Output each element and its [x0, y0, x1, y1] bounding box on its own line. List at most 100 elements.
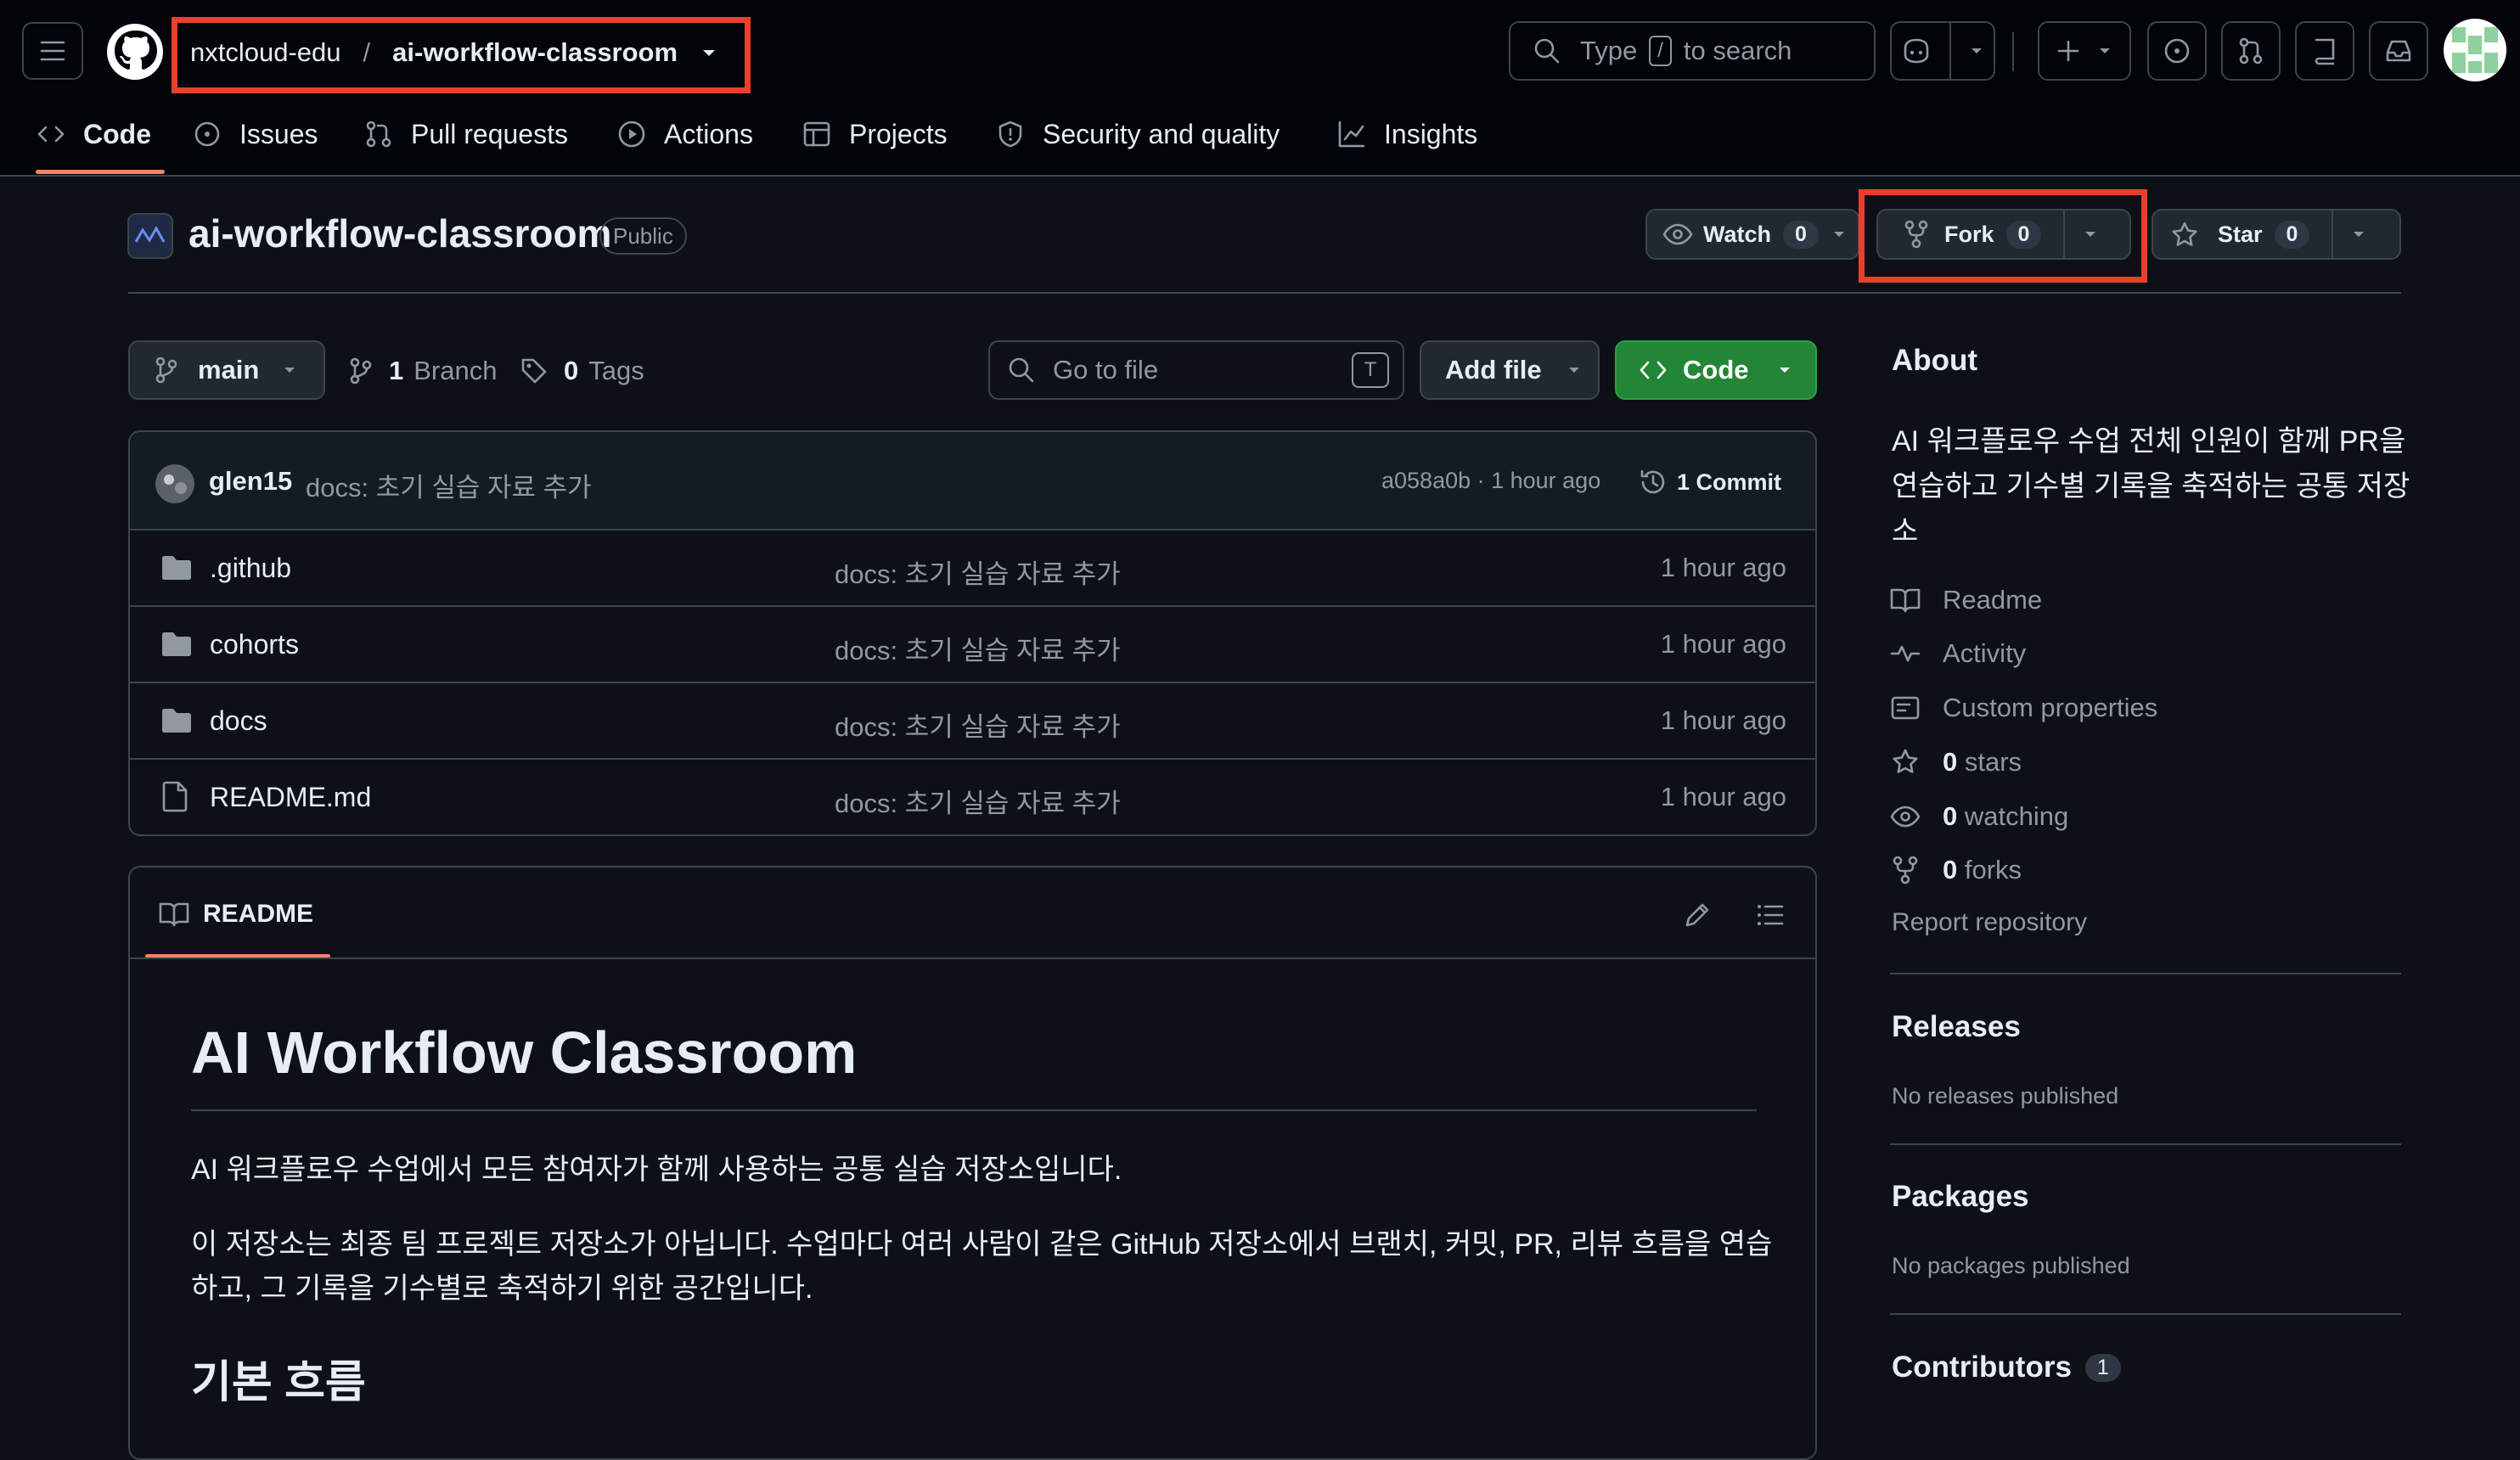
copilot-button[interactable]: [1890, 21, 1995, 81]
owner-link[interactable]: nxtcloud-edu: [190, 37, 341, 68]
report-repository-link[interactable]: Report repository: [1892, 908, 2087, 937]
book-icon: [1890, 588, 1921, 613]
folder-icon: [162, 709, 191, 733]
file-row[interactable]: .github docs: 초기 실습 자료 추가 1 hour ago: [130, 531, 1815, 607]
readme-tab[interactable]: README: [159, 895, 313, 934]
tab-label: Projects: [849, 118, 948, 149]
commit-count: 1 Commit: [1677, 469, 1782, 495]
tags-link[interactable]: 0 Tags: [520, 350, 644, 392]
eye-icon: [1890, 806, 1921, 828]
caret-down-icon: [284, 368, 295, 373]
fork-icon: [1904, 220, 1928, 249]
contributors-heading-row[interactable]: Contributors 1: [1892, 1348, 2121, 1387]
history-icon: [1640, 469, 1665, 494]
file-name[interactable]: cohorts: [210, 629, 299, 660]
file-name[interactable]: README.md: [210, 782, 371, 813]
file-row[interactable]: README.md docs: 초기 실습 자료 추가 1 hour ago: [130, 760, 1815, 836]
repo-title[interactable]: ai-workflow-classroom: [188, 211, 611, 256]
commit-author[interactable]: glen15: [209, 466, 292, 497]
repo-link[interactable]: ai-workflow-classroom: [392, 37, 678, 68]
releases-empty-text: No releases published: [1892, 1083, 2119, 1109]
go-to-file-input[interactable]: Go to file T: [988, 340, 1404, 400]
tab-insights[interactable]: Insights: [1336, 112, 1477, 156]
file-name[interactable]: .github: [210, 553, 291, 584]
graph-icon: [1338, 121, 1365, 148]
watch-button[interactable]: Watch 0: [1645, 209, 1859, 260]
tab-label: Actions: [664, 118, 753, 149]
tab-pull-requests[interactable]: Pull requests: [363, 112, 568, 156]
sidebar-item-activity[interactable]: Activity: [1890, 632, 2026, 675]
table-icon: [803, 121, 830, 147]
issues-button[interactable]: [2147, 21, 2207, 81]
about-description-line-1: AI 워크플로우 수업 전체 인원이 함께 PR을: [1892, 425, 2406, 458]
commit-hash-time[interactable]: a058a0b · 1 hour ago: [1381, 468, 1600, 494]
caret-down-icon[interactable]: [700, 43, 718, 62]
tag-count: 0: [564, 356, 579, 385]
edit-pencil-icon[interactable]: [1682, 900, 1713, 930]
star-label: Star: [2218, 221, 2263, 247]
releases-heading[interactable]: Releases: [1892, 1010, 2021, 1044]
file-commit-message[interactable]: docs: 초기 실습 자료 추가: [835, 705, 1121, 744]
caret-down-icon[interactable]: [2082, 226, 2099, 243]
global-header: nxtcloud-edu / ai-workflow-classroom Typ…: [0, 0, 2520, 177]
readme-title: AI Workflow Classroom: [191, 1019, 858, 1086]
star-button[interactable]: Star 0: [2152, 209, 2401, 260]
sidebar-item-stars[interactable]: 0 stars: [1890, 741, 2022, 783]
sidebar-item-custom-properties[interactable]: Custom properties: [1890, 687, 2157, 729]
file-commit-message[interactable]: docs: 초기 실습 자료 추가: [835, 629, 1121, 667]
tab-issues[interactable]: Issues: [192, 112, 318, 156]
avatar[interactable]: [2444, 19, 2506, 81]
search-input[interactable]: Type / to search: [1509, 21, 1876, 81]
file-name[interactable]: docs: [210, 705, 267, 737]
caret-down-icon: [2100, 48, 2110, 53]
create-new-button[interactable]: [2038, 21, 2131, 81]
sidebar-divider: [1890, 1313, 2401, 1315]
hamburger-icon: [40, 41, 65, 61]
shortcut-key-badge: T: [1352, 352, 1389, 388]
menu-button[interactable]: [22, 22, 83, 80]
inbox-button[interactable]: [2369, 21, 2428, 81]
branch-select[interactable]: main: [128, 340, 325, 400]
packages-heading[interactable]: Packages: [1892, 1180, 2029, 1214]
fork-button[interactable]: Fork 0: [1876, 209, 2131, 260]
file-row[interactable]: cohorts docs: 초기 실습 자료 추가 1 hour ago: [130, 607, 1815, 683]
sidebar-item-readme[interactable]: Readme: [1890, 579, 2042, 621]
tab-security[interactable]: Security and quality: [995, 112, 1280, 156]
search-icon: [1534, 38, 1560, 64]
outline-list-icon[interactable]: [1755, 900, 1786, 930]
add-file-button[interactable]: Add file: [1420, 340, 1600, 400]
github-logo-icon[interactable]: [105, 22, 165, 81]
contributors-count: 1: [2084, 1353, 2121, 1382]
caret-down-icon[interactable]: [2350, 226, 2367, 243]
star-icon: [1893, 749, 1918, 773]
pull-requests-button[interactable]: [2221, 21, 2281, 81]
readme-tab-label: README: [203, 900, 314, 928]
about-description-line-2: 연습하고 기수별 기록을 축적하는 공통 저장: [1892, 470, 2410, 503]
commit-message[interactable]: docs: 초기 실습 자료 추가: [306, 466, 592, 504]
branches-link[interactable]: 1 Branch: [348, 350, 497, 392]
tab-actions[interactable]: Actions: [616, 112, 753, 156]
issue-icon: [194, 121, 220, 147]
commits-link[interactable]: 1 Commit: [1638, 463, 1781, 502]
branch-icon: [350, 357, 372, 385]
sidebar-item-label: forks: [1964, 855, 2022, 884]
tab-code[interactable]: Code: [36, 112, 151, 156]
tab-projects[interactable]: Projects: [802, 112, 948, 156]
pull-request-icon: [366, 121, 391, 148]
about-heading: About: [1892, 344, 1978, 377]
sidebar-item-forks[interactable]: 0 forks: [1890, 849, 2022, 891]
file-row[interactable]: docs docs: 초기 실습 자료 추가 1 hour ago: [130, 683, 1815, 760]
code-button[interactable]: Code: [1615, 340, 1817, 400]
file-commit-message[interactable]: docs: 초기 실습 자료 추가: [835, 553, 1121, 591]
notifications-button[interactable]: [2295, 21, 2354, 81]
readme-heading-2: 기본 흐름: [191, 1358, 366, 1407]
sidebar-item-label: Activity: [1943, 638, 2027, 668]
eye-icon: [1662, 223, 1693, 245]
sidebar-item-watching[interactable]: 0 watching: [1890, 795, 2068, 838]
file-commit-message[interactable]: docs: 초기 실습 자료 추가: [835, 782, 1121, 820]
forks-count: 0: [1943, 855, 1958, 884]
watching-count: 0: [1943, 801, 1958, 831]
plus-icon: [2057, 40, 2079, 62]
author-avatar[interactable]: [155, 464, 194, 503]
pull-request-icon: [2239, 37, 2263, 65]
